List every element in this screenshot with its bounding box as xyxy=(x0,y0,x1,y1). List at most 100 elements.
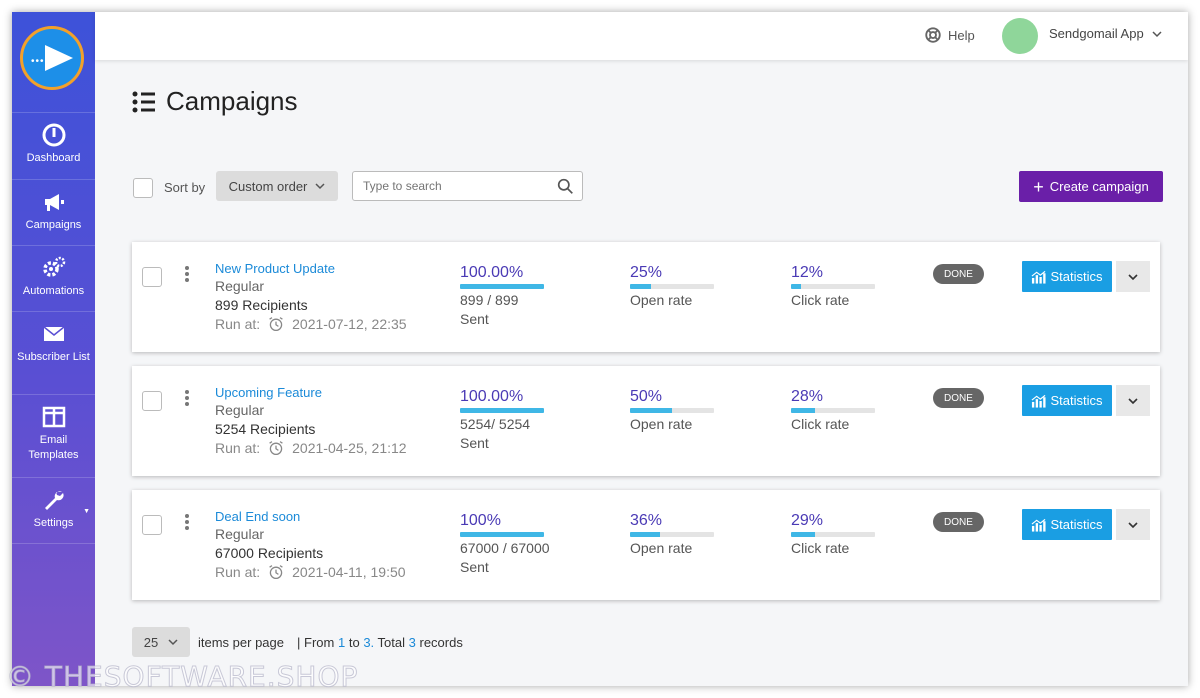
chevron-down-icon xyxy=(1128,273,1138,280)
search-input[interactable] xyxy=(363,173,553,199)
sort-dropdown[interactable]: Custom order xyxy=(216,171,338,201)
template-icon xyxy=(42,406,65,428)
from-label: From xyxy=(304,635,335,650)
sidebar-item-subscriber-list[interactable]: Subscriber List xyxy=(12,311,95,394)
dashboard-icon xyxy=(42,123,65,147)
sidebar-item-label: Campaigns xyxy=(25,219,82,231)
statistics-button[interactable]: Statistics xyxy=(1022,385,1112,416)
sidebar-item-dashboard[interactable]: Dashboard xyxy=(12,112,95,178)
progress-fill xyxy=(630,408,672,413)
app-logo[interactable]: ••• xyxy=(20,26,84,90)
run-at-label: Run at: xyxy=(215,564,261,580)
user-menu[interactable]: Sendgomail App xyxy=(1049,26,1162,41)
campaign-recipients: 67000 Recipients xyxy=(215,545,324,561)
run-at-label: Run at: xyxy=(215,316,261,332)
sidebar-item-label: Email Templates xyxy=(28,434,79,461)
open-rate-label: Open rate xyxy=(630,292,693,308)
chevron-down-icon xyxy=(315,183,325,190)
kebab-menu-icon[interactable] xyxy=(182,390,192,408)
sent-percent: 100.00% xyxy=(460,388,524,405)
open-rate-metric: 25% Open rate xyxy=(630,264,714,310)
campaign-name[interactable]: Upcoming Feature xyxy=(215,385,322,400)
to-value: 3. xyxy=(363,635,375,650)
help-link[interactable]: Help xyxy=(924,26,975,44)
sort-label: Sort by xyxy=(164,180,206,195)
sidebar-item-settings[interactable]: Settings ▼ xyxy=(12,477,95,543)
alarm-clock-icon xyxy=(269,441,283,456)
from-value: 1 xyxy=(337,635,346,650)
watermark: © THESOFTWARE.SHOP xyxy=(5,660,359,694)
sidebar-item-automations[interactable]: Automations xyxy=(12,245,95,311)
per-page-dropdown[interactable]: 25 xyxy=(132,627,190,657)
search-icon[interactable] xyxy=(557,178,574,195)
sent-label: Sent xyxy=(460,311,489,327)
app-window: ••• Dashboard Campaigns Automations Subs… xyxy=(12,12,1188,686)
plus-icon: + xyxy=(1033,176,1044,197)
progress-fill xyxy=(791,284,802,289)
open-rate-bar xyxy=(630,284,714,289)
alarm-clock-icon xyxy=(269,565,283,580)
select-all-checkbox[interactable] xyxy=(133,178,153,198)
statistics-label: Statistics xyxy=(1050,393,1103,408)
chart-icon xyxy=(1032,394,1047,408)
campaign-card: Upcoming Feature Regular 5254 Recipients… xyxy=(132,366,1160,476)
campaign-card: New Product Update Regular 899 Recipient… xyxy=(132,242,1160,352)
statistics-button[interactable]: Statistics xyxy=(1022,509,1112,540)
chart-icon xyxy=(1032,270,1047,284)
campaign-type: Regular xyxy=(215,402,265,418)
campaign-run-at: Run at: 2021-04-11, 19:50 xyxy=(215,564,406,580)
open-rate-value: 50% xyxy=(630,388,663,405)
total-value: 3 xyxy=(408,635,416,650)
campaign-type: Regular xyxy=(215,526,265,542)
run-at-label: Run at: xyxy=(215,440,261,456)
campaign-name[interactable]: New Product Update xyxy=(215,261,335,276)
sent-count: 67000 / 67000 xyxy=(460,540,550,556)
lifebuoy-icon xyxy=(925,27,941,43)
campaign-checkbox[interactable] xyxy=(142,391,162,411)
chevron-down-icon xyxy=(1152,30,1162,37)
caret-down-icon: ▼ xyxy=(83,508,90,515)
sent-metric: 100.00% 5254/ 5254 Sent xyxy=(460,388,544,453)
sent-progress-bar xyxy=(460,408,544,413)
click-rate-label: Click rate xyxy=(791,416,850,432)
kebab-menu-icon[interactable] xyxy=(182,514,192,532)
create-campaign-label: Create campaign xyxy=(1049,179,1149,194)
help-label: Help xyxy=(948,27,975,43)
kebab-menu-icon[interactable] xyxy=(182,266,192,284)
click-rate-label: Click rate xyxy=(791,540,850,556)
progress-fill xyxy=(630,532,661,537)
progress-fill xyxy=(460,532,544,537)
chart-icon xyxy=(1032,518,1047,532)
page-title: Campaigns xyxy=(132,86,298,117)
campaign-recipients: 899 Recipients xyxy=(215,297,308,313)
avatar[interactable] xyxy=(1002,18,1038,54)
sent-metric: 100% 67000 / 67000 Sent xyxy=(460,512,550,577)
open-rate-metric: 36% Open rate xyxy=(630,512,714,558)
progress-fill xyxy=(460,284,544,289)
to-label: to xyxy=(348,635,360,650)
more-options-button[interactable] xyxy=(1116,385,1150,416)
sidebar-item-label: Subscriber List xyxy=(17,351,90,363)
sidebar-item-campaigns[interactable]: Campaigns xyxy=(12,179,95,245)
click-rate-value: 29% xyxy=(791,512,824,529)
pagination-info: | From 1 to 3. Total 3 records xyxy=(297,635,463,650)
sent-progress-bar xyxy=(460,532,544,537)
campaign-checkbox[interactable] xyxy=(142,267,162,287)
more-options-button[interactable] xyxy=(1116,509,1150,540)
campaign-name[interactable]: Deal End soon xyxy=(215,509,300,524)
status-badge: DONE xyxy=(933,512,984,532)
sidebar-item-email-templates[interactable]: Email Templates xyxy=(12,394,95,477)
more-options-button[interactable] xyxy=(1116,261,1150,292)
pagination-separator: | xyxy=(297,635,301,650)
create-campaign-button[interactable]: + Create campaign xyxy=(1019,171,1163,202)
sort-value: Custom order xyxy=(228,178,308,194)
status-badge: DONE xyxy=(933,388,984,408)
sent-label: Sent xyxy=(460,559,489,575)
per-page-value: 25 xyxy=(143,634,159,650)
sent-progress-bar xyxy=(460,284,544,289)
click-rate-value: 28% xyxy=(791,388,824,405)
open-rate-label: Open rate xyxy=(630,540,693,556)
campaign-checkbox[interactable] xyxy=(142,515,162,535)
click-rate-value: 12% xyxy=(791,264,824,281)
statistics-button[interactable]: Statistics xyxy=(1022,261,1112,292)
